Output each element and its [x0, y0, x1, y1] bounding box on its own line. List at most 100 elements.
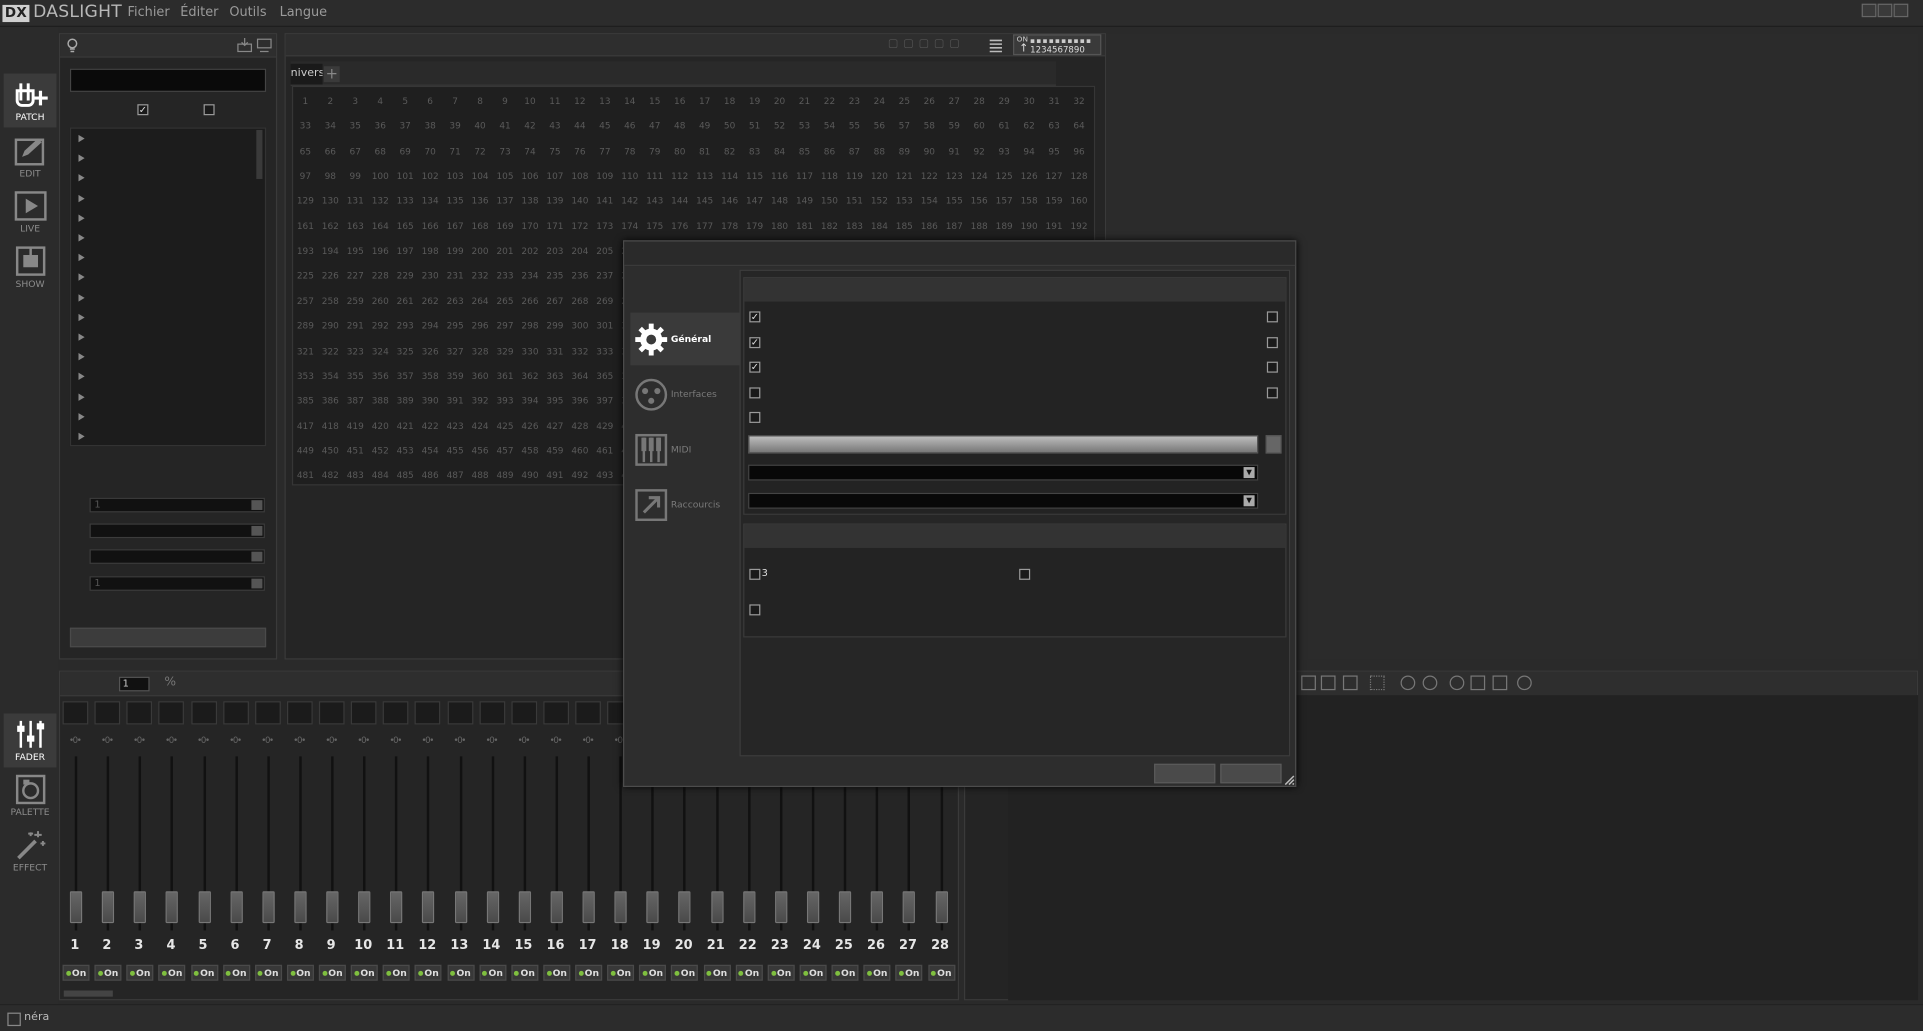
fader-color-swatch[interactable] [254, 701, 281, 725]
dmx-channel-cell[interactable]: 109 [593, 170, 618, 181]
dmx-channel-cell[interactable]: 98 [318, 170, 343, 181]
dmx-channel-cell[interactable]: 27 [942, 96, 967, 107]
dmx-channel-cell[interactable]: 168 [468, 220, 493, 231]
dmx-channel-cell[interactable]: 103 [443, 170, 468, 181]
dmx-channel-cell[interactable]: 51 [742, 121, 767, 132]
dmx-channel-cell[interactable]: 421 [393, 420, 418, 431]
fader-knob[interactable] [550, 891, 563, 924]
dmx-channel-cell[interactable]: 143 [642, 195, 667, 206]
dmx-channel-cell[interactable]: 493 [593, 470, 618, 481]
fader-color-swatch[interactable] [158, 701, 185, 725]
resize-grip-icon[interactable] [1283, 774, 1295, 786]
general-option-checkbox[interactable] [749, 386, 761, 398]
dmx-channel-cell[interactable]: 417 [293, 420, 318, 431]
dmx-channel-cell[interactable]: 229 [393, 270, 418, 281]
align-icon[interactable] [1301, 675, 1316, 691]
dmx-channel-cell[interactable]: 174 [618, 220, 643, 231]
dmx-channel-cell[interactable]: 40 [468, 121, 493, 132]
dmx-channel-cell[interactable]: 198 [418, 245, 443, 256]
dmx-channel-cell[interactable]: 12 [568, 96, 593, 107]
dmx-channel-cell[interactable]: 138 [518, 195, 543, 206]
dmx-channel-cell[interactable]: 163 [343, 220, 368, 231]
dmx-channel-cell[interactable]: 70 [418, 145, 443, 156]
dmx-channel-cell[interactable]: 292 [368, 320, 393, 331]
fader-on-button[interactable]: On [318, 964, 346, 981]
dmx-channel-cell[interactable]: 139 [543, 195, 568, 206]
dmx-channel-cell[interactable]: 159 [1042, 195, 1067, 206]
dmx-channel-cell[interactable]: 90 [917, 145, 942, 156]
dmx-channel-cell[interactable]: 71 [443, 145, 468, 156]
close-button[interactable] [1893, 3, 1909, 18]
dmx-channel-cell[interactable]: 267 [543, 295, 568, 306]
dmx-channel-cell[interactable]: 460 [568, 445, 593, 456]
fader-knob[interactable] [358, 891, 371, 924]
dmx-channel-cell[interactable]: 452 [368, 445, 393, 456]
dmx-channel-cell[interactable]: 333 [593, 345, 618, 356]
dmx-channel-cell[interactable]: 295 [443, 320, 468, 331]
dmx-channel-cell[interactable]: 429 [593, 420, 618, 431]
fader-color-swatch[interactable] [415, 701, 441, 725]
dmx-channel-cell[interactable]: 160 [1067, 195, 1092, 206]
fader-knob[interactable] [230, 891, 243, 924]
dmx-channel-cell[interactable]: 148 [767, 195, 792, 206]
fader-knob[interactable] [774, 891, 788, 924]
dmx-channel-cell[interactable]: 95 [1042, 145, 1067, 156]
dmx-channel-cell[interactable]: 92 [967, 145, 992, 156]
dmx-channel-cell[interactable]: 173 [593, 220, 618, 231]
fader-on-button[interactable]: On [511, 964, 539, 981]
fader-on-button[interactable]: On [190, 964, 218, 981]
dmx-channel-cell[interactable]: 8 [468, 96, 493, 107]
chevron-down-icon[interactable] [251, 525, 263, 536]
dmx-channel-cell[interactable]: 392 [468, 395, 493, 406]
dmx-channel-cell[interactable]: 37 [393, 121, 418, 132]
dmx-channel-cell[interactable]: 97 [293, 170, 318, 181]
fader-knob[interactable] [871, 891, 884, 924]
dmx-channel-cell[interactable]: 101 [393, 170, 418, 181]
move-down-icon[interactable] [1342, 675, 1358, 691]
dmx-channel-cell[interactable]: 393 [493, 395, 518, 406]
fader-on-button[interactable]: On [895, 964, 923, 981]
fader-knob[interactable] [678, 891, 692, 924]
dmx-channel-cell[interactable]: 484 [368, 470, 393, 481]
library-filter-a-checkbox[interactable]: ✓ [137, 104, 149, 116]
dmx-channel-cell[interactable]: 192 [1067, 220, 1092, 231]
fader-color-swatch[interactable] [94, 701, 121, 725]
dmx-channel-cell[interactable]: 102 [418, 170, 443, 181]
fader-color-swatch[interactable] [511, 701, 537, 725]
general-option-checkbox[interactable] [1266, 311, 1278, 323]
fader-knob[interactable] [454, 891, 467, 924]
dmx-channel-cell[interactable]: 166 [418, 220, 443, 231]
dmx-channel-cell[interactable]: 120 [867, 170, 892, 181]
dmx-channel-cell[interactable]: 260 [368, 295, 393, 306]
dmx-channel-cell[interactable]: 53 [792, 121, 817, 132]
fader-color-swatch[interactable] [318, 701, 345, 725]
dmx-channel-cell[interactable]: 13 [593, 96, 618, 107]
tab-general[interactable]: Général [630, 312, 740, 366]
fader-knob[interactable] [101, 891, 115, 924]
dmx-channel-cell[interactable]: 30 [1017, 96, 1042, 107]
dmx-channel-cell[interactable]: 326 [418, 345, 443, 356]
dmx-channel-cell[interactable]: 158 [1017, 195, 1042, 206]
dmx-channel-cell[interactable]: 329 [493, 345, 518, 356]
dmx-channel-cell[interactable]: 450 [318, 445, 343, 456]
dmx-channel-cell[interactable]: 386 [318, 395, 343, 406]
percent-icon[interactable]: % [164, 675, 176, 688]
nav-palette[interactable]: PALETTE [4, 769, 57, 823]
dmx-channel-cell[interactable]: 362 [518, 370, 543, 381]
dmx-channel-cell[interactable]: 50 [717, 121, 742, 132]
dmx-channel-cell[interactable]: 459 [543, 445, 568, 456]
fader-color-swatch[interactable] [447, 701, 473, 725]
dmx-channel-cell[interactable]: 204 [568, 245, 593, 256]
fader-on-button[interactable]: On [735, 964, 763, 981]
dmx-channel-cell[interactable]: 81 [692, 145, 717, 156]
menu-fichier[interactable]: Fichier [128, 5, 170, 20]
dmx-channel-cell[interactable]: 194 [318, 245, 343, 256]
dmx-channel-cell[interactable]: 361 [493, 370, 518, 381]
bulb-icon[interactable] [66, 38, 78, 53]
dmx-channel-cell[interactable]: 419 [343, 420, 368, 431]
dmx-channel-cell[interactable]: 165 [393, 220, 418, 231]
dmx-channel-cell[interactable]: 261 [393, 295, 418, 306]
dmx-channel-cell[interactable]: 205 [593, 245, 618, 256]
dmx-channel-cell[interactable]: 321 [293, 345, 318, 356]
dmx-channel-cell[interactable]: 52 [767, 121, 792, 132]
